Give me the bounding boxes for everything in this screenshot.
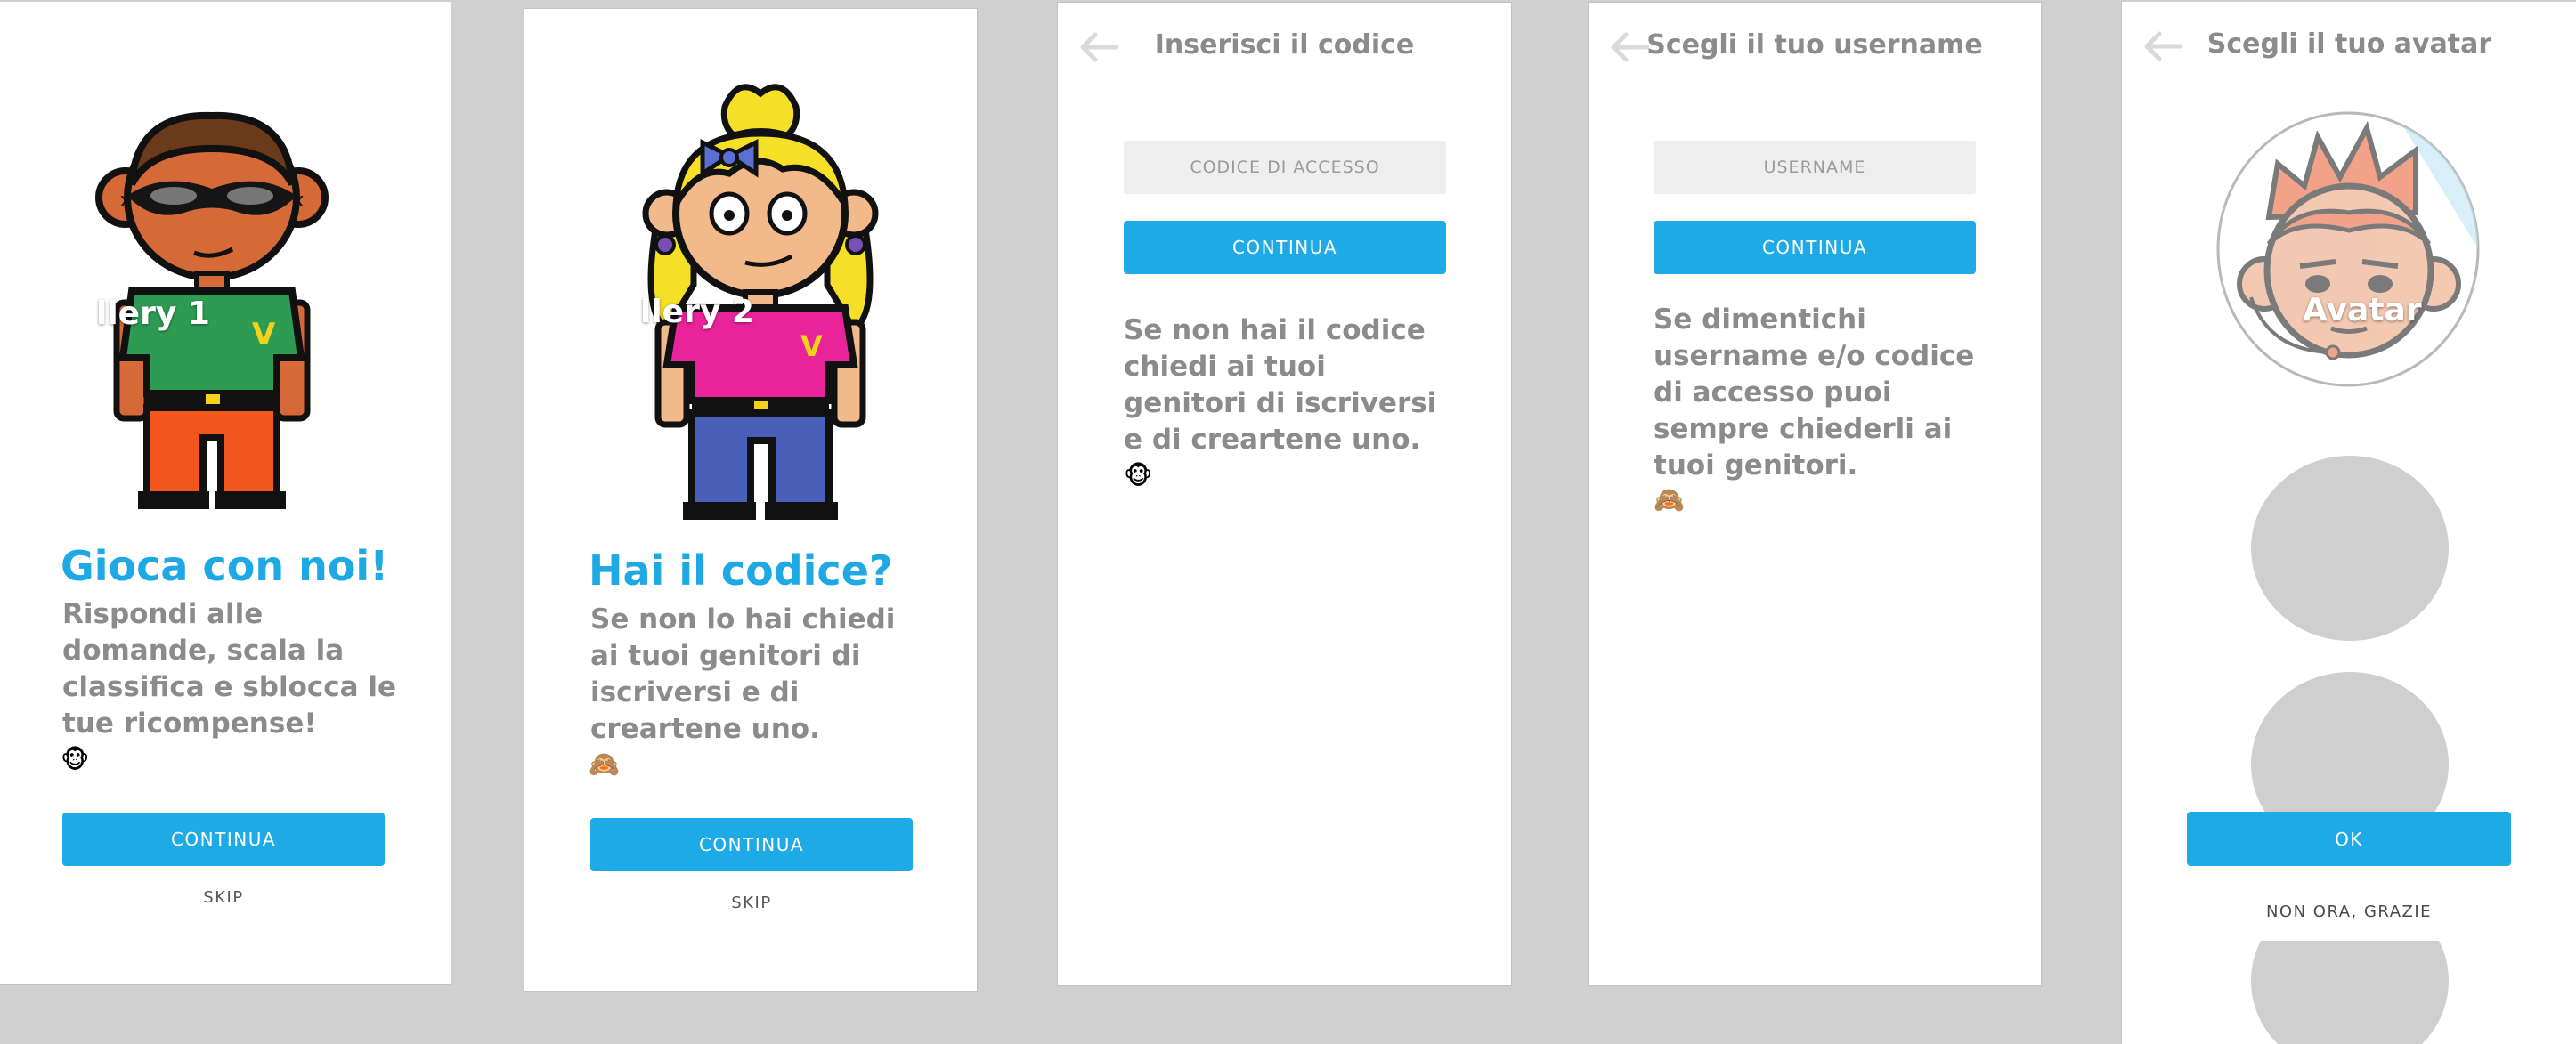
continue-button[interactable]: CONTINUA — [1124, 221, 1446, 274]
continue-button[interactable]: CONTINUA — [590, 818, 913, 871]
gallery-label: llery 1 — [96, 295, 210, 332]
username-input[interactable] — [1654, 141, 1976, 194]
onboarding-screen-2: V llery 2 Hai il codice? Se non lo hai c… — [524, 8, 978, 992]
help-text: Se non hai il codice chiedi ai tuoi geni… — [1124, 314, 1437, 456]
code-entry-screen: Inserisci il codice CONTINUA Se non hai … — [1057, 2, 1512, 986]
skip-link[interactable]: SKIP — [62, 888, 385, 907]
actions-panel — [2122, 861, 2576, 941]
svg-text:V: V — [252, 317, 276, 352]
monkey-face-emoji: 🐵 — [61, 745, 90, 774]
monkey-face-emoji: 🐵 — [1124, 461, 1153, 490]
onboarding-heading: Gioca con noi! — [61, 542, 389, 590]
continue-button[interactable]: CONTINUA — [1654, 221, 1976, 274]
skip-link[interactable]: SKIP — [590, 894, 913, 912]
selected-avatar[interactable] — [2215, 110, 2481, 388]
screen-title: Scegli il tuo avatar — [2206, 28, 2492, 60]
onboarding-heading: Hai il codice? — [589, 546, 893, 595]
screen-title: Scegli il tuo username — [1646, 29, 1983, 61]
onboarding-description: Se non lo hai chiedi ai tuoi genitori di… — [590, 603, 896, 745]
onboarding-screen-1: x x V llery 1 Gioca con noi! Rispondi al… — [0, 2, 451, 985]
onboarding-description: Rispondi alle domande, scala la classifi… — [62, 598, 397, 740]
screen-title: Inserisci il codice — [1154, 29, 1415, 61]
avatar-option[interactable] — [2251, 456, 2449, 641]
username-screen: Scegli il tuo username CONTINUA Se dimen… — [1588, 2, 2042, 986]
continue-button[interactable]: CONTINUA — [62, 813, 385, 866]
not-now-link[interactable]: NON ORA, GRAZIE — [2187, 902, 2511, 921]
help-text: Se dimentichi username e/o codice di acc… — [1654, 303, 1975, 482]
avatar-screen: Scegli il tuo avatar Avatar OK NON ORA, … — [2121, 2, 2576, 1044]
avatar-label: Avatar — [2303, 292, 2422, 328]
access-code-input[interactable] — [1124, 141, 1446, 194]
see-no-evil-monkey-emoji: 🙈 — [589, 749, 620, 779]
see-no-evil-monkey-emoji: 🙈 — [1654, 485, 1685, 514]
svg-text:V: V — [800, 329, 823, 363]
ok-button[interactable]: OK — [2187, 812, 2511, 866]
gallery-label: llery 2 — [640, 294, 754, 330]
